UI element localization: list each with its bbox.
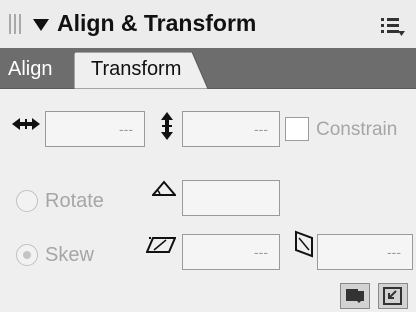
- skew-horizontal-field[interactable]: ---: [182, 234, 280, 270]
- panel-title: Align & Transform: [57, 10, 257, 36]
- skew-vertical-icon: [295, 230, 313, 258]
- grip-icon[interactable]: [9, 14, 21, 34]
- panel-title-bar[interactable]: Align & Transform: [0, 0, 416, 49]
- height-arrows-icon: [161, 112, 173, 140]
- skew-horizontal-value: ---: [254, 244, 268, 260]
- height-value: ---: [254, 121, 268, 137]
- apply-icon: [383, 287, 402, 305]
- skew-horizontal-icon: [146, 237, 176, 253]
- width-field[interactable]: ---: [45, 111, 145, 147]
- constrain-checkbox[interactable]: [285, 117, 309, 141]
- height-field[interactable]: ---: [182, 111, 280, 147]
- skew-label[interactable]: Skew: [45, 244, 94, 267]
- tab-align[interactable]: Align: [8, 58, 52, 81]
- tab-transform[interactable]: Transform: [91, 58, 181, 81]
- constrain-label[interactable]: Constrain: [316, 119, 397, 141]
- width-value: ---: [119, 121, 133, 137]
- rotate-field[interactable]: [182, 180, 280, 216]
- align-transform-panel: Align & Transform Align Transform --- --…: [0, 0, 416, 312]
- skew-radio[interactable]: [16, 244, 38, 266]
- apply-button[interactable]: [378, 283, 408, 309]
- rotate-label[interactable]: Rotate: [45, 190, 104, 213]
- triangle-down-icon[interactable]: [33, 19, 49, 31]
- skew-vertical-field[interactable]: ---: [317, 234, 413, 270]
- options-menu-icon[interactable]: [380, 16, 406, 38]
- rotate-angle-icon: [152, 180, 176, 196]
- skew-radio-dot: [23, 251, 31, 259]
- skew-vertical-value: ---: [387, 244, 401, 260]
- width-arrows-icon: [12, 118, 40, 130]
- rotate-radio[interactable]: [16, 190, 38, 212]
- apply-to-copy-button[interactable]: [340, 283, 370, 309]
- tab-bar: [0, 48, 416, 89]
- apply-to-copy-icon: [346, 289, 364, 303]
